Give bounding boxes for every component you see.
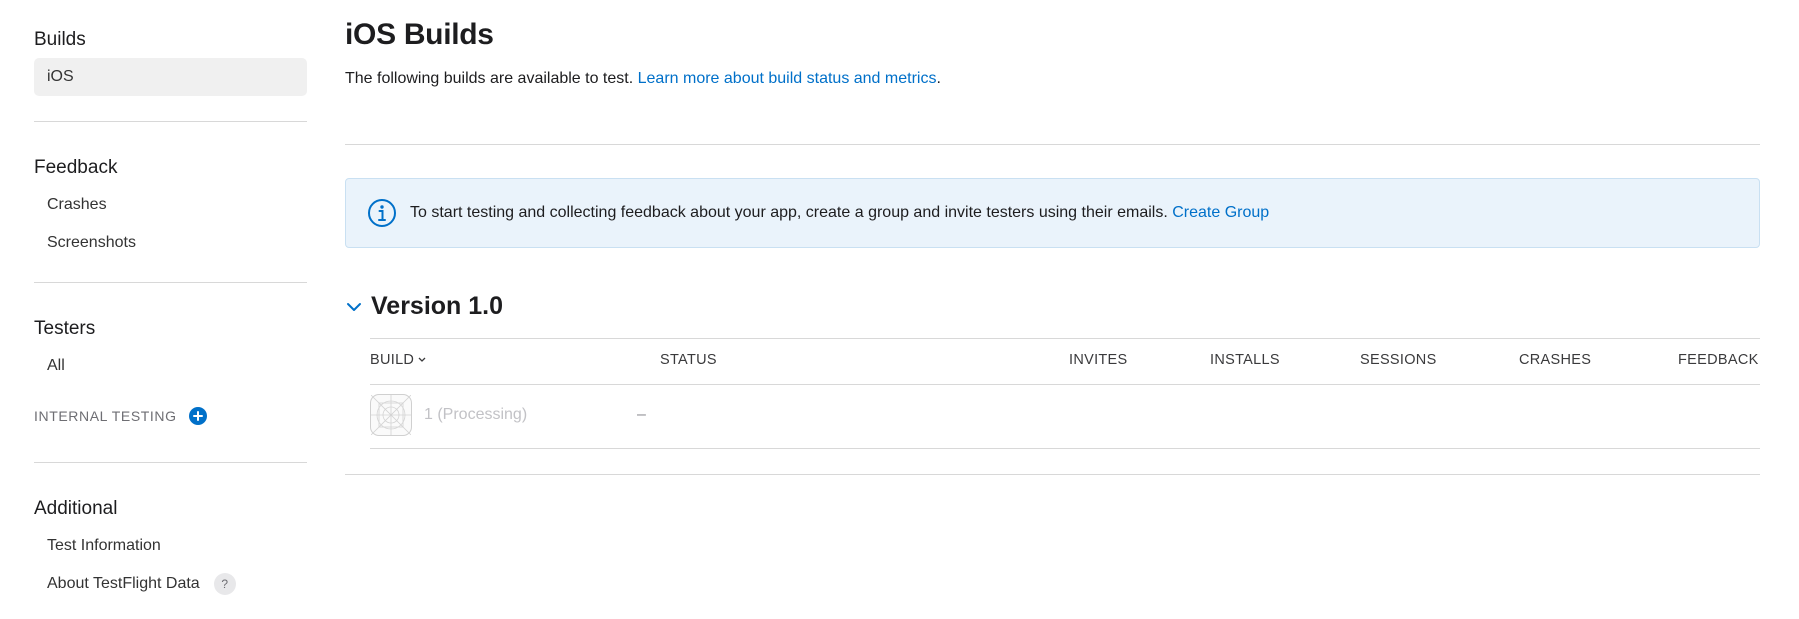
sidebar-item-test-information[interactable]: Test Information [34, 527, 307, 565]
column-header-feedback: FEEDBACK [1678, 352, 1759, 368]
sidebar-item-screenshots[interactable]: Screenshots [34, 224, 307, 262]
sidebar-item-crashes[interactable]: Crashes [34, 186, 307, 224]
banner-text: To start testing and collecting feedback… [410, 204, 1168, 221]
section-title-additional: Additional [34, 498, 118, 519]
sidebar-item-about-testflight-data[interactable]: About TestFlight Data? [34, 565, 307, 603]
section-bottom-divider [345, 474, 1760, 475]
create-group-link[interactable]: Create Group [1172, 204, 1269, 221]
version-header: Version 1.0 [345, 292, 503, 321]
subtitle-text: The following builds are available to te… [345, 70, 634, 87]
subtitle-period: . [936, 70, 941, 87]
column-header-installs: INSTALLS [1210, 352, 1280, 368]
column-header-invites: INVITES [1069, 352, 1128, 368]
sidebar-item-all-testers[interactable]: All [34, 347, 307, 385]
page-subtitle: The following builds are available to te… [345, 70, 941, 88]
build-status: – [637, 406, 646, 423]
sidebar-item-ios[interactable]: iOS [34, 58, 307, 96]
app-icon-placeholder [370, 394, 412, 436]
column-header-crashes: CRASHES [1519, 352, 1592, 368]
section-divider [345, 144, 1760, 145]
help-icon[interactable]: ? [213, 572, 236, 595]
learn-more-link[interactable]: Learn more about build status and metric… [638, 70, 937, 87]
internal-testing-label: INTERNAL TESTING [34, 408, 177, 424]
chevron-down-icon[interactable] [345, 298, 363, 316]
sidebar-item-label: About TestFlight Data [47, 575, 200, 592]
build-number: 1 (Processing) [424, 406, 528, 423]
section-title-feedback: Feedback [34, 157, 118, 178]
version-title: Version 1.0 [371, 292, 504, 320]
info-banner: To start testing and collecting feedback… [345, 178, 1760, 248]
column-header-status: STATUS [660, 352, 717, 368]
section-title-builds: Builds [34, 29, 86, 50]
section-title-testers: Testers [34, 318, 96, 339]
column-header-sessions: SESSIONS [1360, 352, 1437, 368]
plus-circle-icon[interactable] [188, 407, 207, 425]
banner-message: To start testing and collecting feedback… [410, 204, 1269, 222]
column-header-build[interactable]: BUILD [370, 352, 427, 368]
internal-testing-header: INTERNAL TESTING [34, 401, 307, 431]
sort-chevron-icon [418, 357, 426, 362]
table-header-divider [370, 384, 1760, 385]
page-title: iOS Builds [345, 18, 494, 51]
info-circle-icon [368, 199, 396, 227]
table-divider [370, 338, 1760, 339]
table-row-divider [370, 448, 1760, 449]
sidebar: Builds iOS Feedback Crashes Screenshots … [34, 26, 307, 603]
column-header-build-label: BUILD [370, 352, 415, 368]
